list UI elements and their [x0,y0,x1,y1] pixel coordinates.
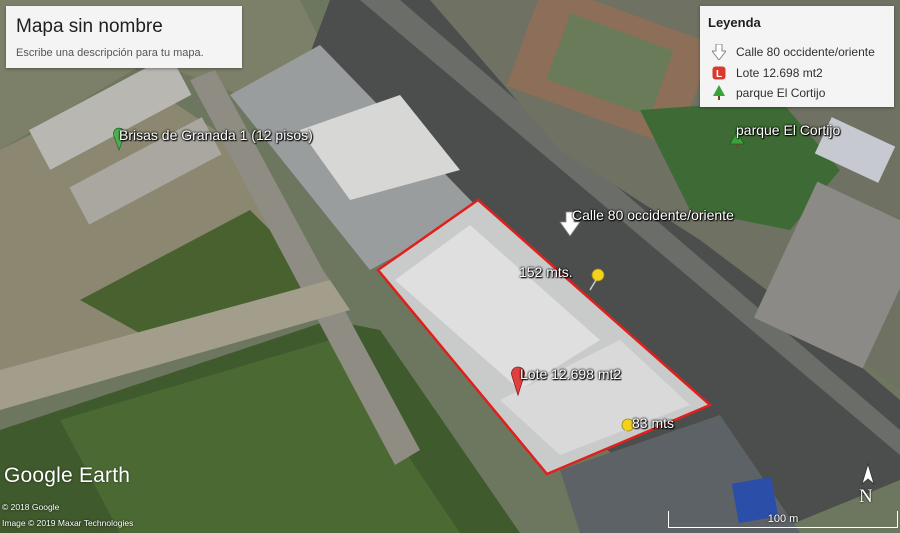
label-brisas[interactable]: Brisas de Granada 1 (12 pisos) [119,127,313,143]
legend-item-calle80[interactable]: Calle 80 occidente/oriente [710,43,875,61]
copyright-maxar: Image © 2019 Maxar Technologies [2,518,134,528]
north-arrow-icon [861,462,875,486]
red-square-L-icon: L [710,65,728,81]
map-description[interactable]: Escribe una descripción para tu mapa. [16,47,204,59]
label-152-mts[interactable]: 152 mts. [519,264,573,280]
label-calle80[interactable]: Calle 80 occidente/oriente [572,207,734,223]
label-lote[interactable]: Lote 12.698 mt2 [520,366,621,382]
legend-heading: Leyenda [708,15,761,30]
google-earth-logo: Google Earth [4,464,131,487]
legend-item-label: parque El Cortijo [736,86,826,100]
scale-bar: 100 m [668,511,898,528]
map-title[interactable]: Mapa sin nombre [16,16,163,38]
svg-text:L: L [716,69,722,80]
legend-item-label: Calle 80 occidente/oriente [736,45,875,59]
compass[interactable]: N [855,462,881,510]
legend-item-label: Lote 12.698 mt2 [736,66,823,80]
legend-panel: Leyenda Calle 80 occidente/oriente L Lot… [700,6,894,107]
legend-item-lote[interactable]: L Lote 12.698 mt2 [710,64,823,82]
map-title-card[interactable]: Mapa sin nombre Escribe una descripción … [6,6,242,68]
label-parque[interactable]: parque El Cortijo [736,122,840,138]
scale-label: 100 m [767,513,799,525]
green-tree-icon [710,85,728,101]
label-83-mts[interactable]: 83 mts [632,415,674,431]
compass-label: N [859,486,873,507]
copyright-google: © 2018 Google [2,502,60,512]
white-arrow-icon [710,44,728,60]
legend-item-parque[interactable]: parque El Cortijo [710,84,825,102]
